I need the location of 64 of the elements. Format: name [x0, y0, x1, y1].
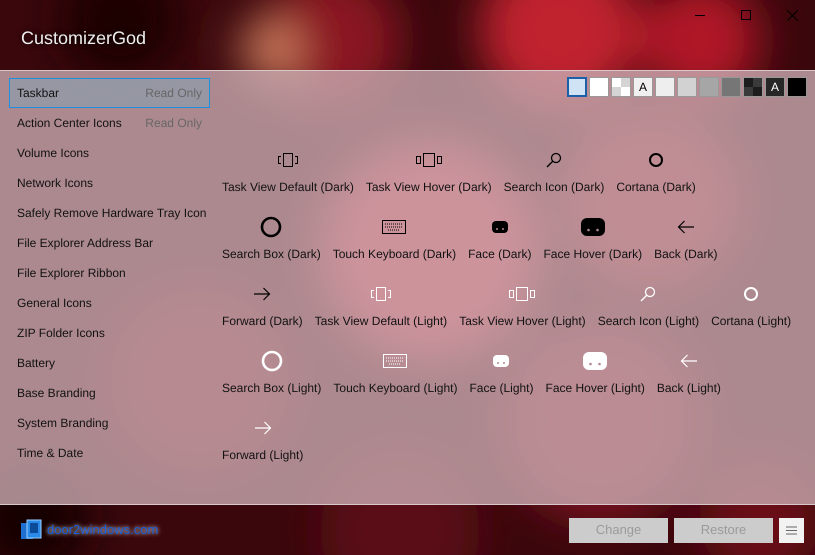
- window-title: CustomizerGod: [21, 27, 146, 50]
- icon-label: Face (Light): [469, 380, 534, 397]
- color-swatch[interactable]: [787, 77, 807, 97]
- forward-arrow-icon[interactable]: [253, 287, 272, 301]
- sidebar-item[interactable]: System Branding: [9, 408, 210, 438]
- color-swatch[interactable]: [567, 77, 587, 97]
- icon-label: Back (Light): [656, 380, 721, 397]
- icon-label: Cortana (Dark): [616, 179, 696, 196]
- icon-label: Task View Default (Dark): [222, 179, 354, 196]
- color-swatch[interactable]: [677, 77, 697, 97]
- sidebar-item[interactable]: Taskbar Read Only: [9, 78, 210, 108]
- face-icon[interactable]: [490, 220, 509, 234]
- sidebar-item[interactable]: Network Icons: [9, 168, 210, 198]
- taskview-icon[interactable]: [416, 153, 442, 167]
- color-swatch[interactable]: [611, 77, 631, 97]
- sidebar-item[interactable]: Battery: [9, 348, 210, 378]
- icon-label: Face Hover (Dark): [543, 246, 642, 263]
- icon-label: Search Icon (Light): [598, 313, 700, 330]
- icon-label: Cortana (Light): [711, 313, 792, 330]
- read-only-label: Read Only: [145, 115, 202, 132]
- sidebar-item[interactable]: Action Center Icons Read Only: [9, 108, 210, 138]
- close-icon: [786, 10, 798, 20]
- menu-icon: [786, 526, 797, 534]
- search-icon[interactable]: [640, 286, 656, 302]
- icon-label: Face Hover (Light): [546, 380, 645, 397]
- sidebar-item[interactable]: Base Branding: [9, 378, 210, 408]
- icon-label: Forward (Dark): [222, 313, 303, 330]
- sidebar-item[interactable]: Volume Icons: [9, 138, 210, 168]
- color-swatch[interactable]: A: [633, 77, 653, 97]
- sidebar-item[interactable]: Time & Date: [9, 438, 210, 468]
- color-swatch[interactable]: [699, 77, 719, 97]
- icon-label: Task View Hover (Light): [459, 313, 586, 330]
- color-swatch[interactable]: [655, 77, 675, 97]
- icon-label: Search Box (Light): [222, 380, 322, 397]
- circle-icon[interactable]: [648, 152, 664, 168]
- search-icon[interactable]: [546, 152, 562, 168]
- taskview-icon[interactable]: [276, 153, 299, 167]
- icon-label: Face (Dark): [468, 246, 532, 263]
- menu-button[interactable]: [779, 518, 804, 542]
- circle-icon[interactable]: [260, 216, 282, 238]
- sidebar-item[interactable]: File Explorer Ribbon: [9, 258, 210, 288]
- icon-label: Task View Hover (Dark): [366, 179, 492, 196]
- website-link[interactable]: door2windows.com: [47, 520, 158, 540]
- color-swatch[interactable]: A: [765, 77, 785, 97]
- icon-label: Search Box (Dark): [222, 246, 321, 263]
- color-swatch[interactable]: [721, 77, 741, 97]
- sidebar-item[interactable]: ZIP Folder Icons: [9, 318, 210, 348]
- color-swatch[interactable]: [589, 77, 609, 97]
- sidebar-item[interactable]: File Explorer Address Bar: [9, 228, 210, 258]
- sidebar-item[interactable]: General Icons: [9, 288, 210, 318]
- keyboard-icon[interactable]: [382, 220, 406, 234]
- icon-label: Touch Keyboard (Dark): [332, 246, 456, 263]
- read-only-label: Read Only: [145, 85, 202, 102]
- sidebar-item[interactable]: Safely Remove Hardware Tray Icon: [9, 198, 210, 228]
- icon-label: Forward (Light): [222, 447, 304, 464]
- back-arrow-icon[interactable]: [676, 220, 695, 234]
- logo-icon: [20, 519, 42, 541]
- icon-label: Back (Dark): [654, 246, 718, 263]
- icon-label: Touch Keyboard (Light): [333, 380, 458, 397]
- face-icon[interactable]: [580, 217, 606, 237]
- icon-label: Search Icon (Dark): [504, 179, 604, 196]
- color-swatch[interactable]: [743, 77, 763, 97]
- icon-label: Task View Default (Light): [314, 313, 448, 330]
- maximize-icon: [741, 10, 751, 20]
